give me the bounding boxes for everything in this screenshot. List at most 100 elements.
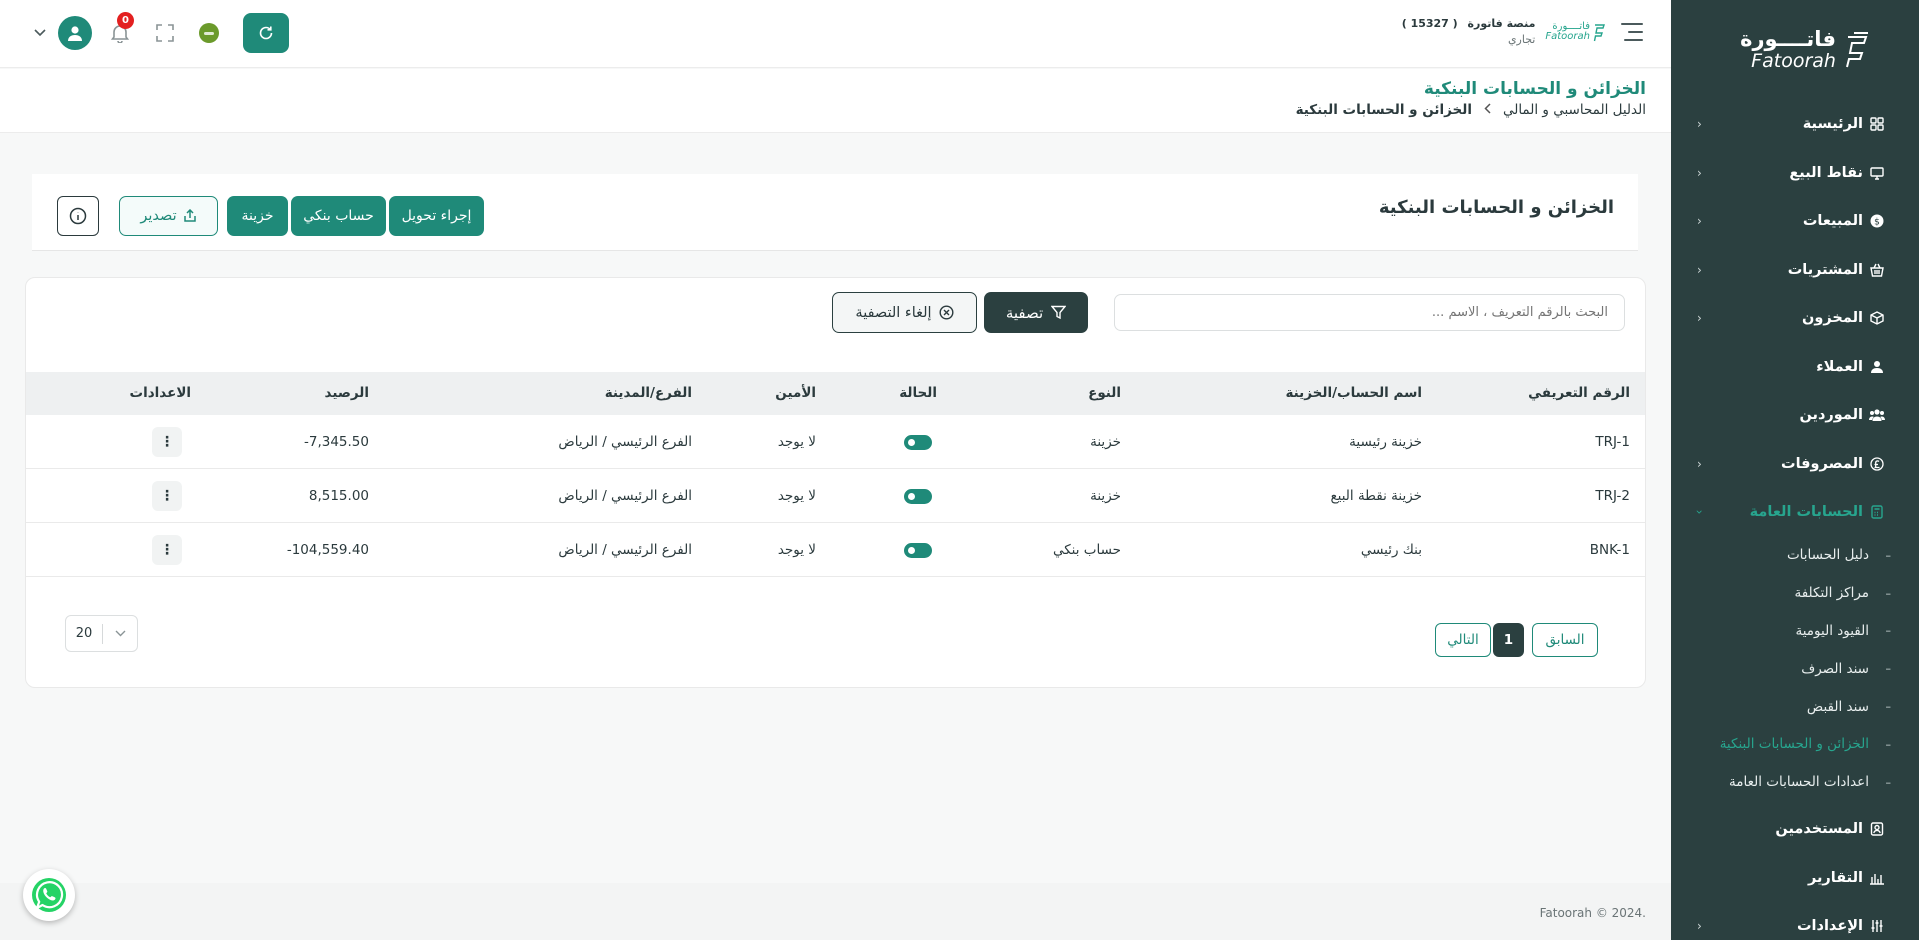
breadcrumb-link[interactable]: الدليل المحاسبي و المالي [1503, 102, 1646, 118]
chevron-left-icon: ‹ [1697, 919, 1702, 934]
sidebar-subitem-payment-voucher[interactable]: سند الصرف [1671, 650, 1919, 688]
sidebar-item-inventory[interactable]: المخزون ‹ [1671, 294, 1919, 343]
column-header-balance[interactable]: الرصيد [325, 372, 369, 415]
logo-mark-icon [1845, 32, 1868, 68]
logo-arabic-text: فاتــــورة [1740, 27, 1836, 51]
avatar[interactable] [58, 16, 92, 50]
notifications-bell-icon[interactable]: 0 [108, 12, 134, 45]
sidebar-item-reports[interactable]: التقارير [1671, 854, 1919, 903]
pagination-next-button[interactable]: التالي [1435, 623, 1491, 657]
sidebar-item-home[interactable]: الرئيسية ‹ [1671, 100, 1919, 149]
sidebar-item-settings[interactable]: الإعدادات ‹ [1671, 902, 1919, 940]
page-size-select[interactable]: 20 [65, 615, 138, 652]
monitor-icon [1869, 165, 1885, 181]
sidebar-subitem-accounts-settings[interactable]: اعدادات الحسابات العامة [1671, 763, 1919, 801]
add-bank-account-button[interactable]: حساب بنكي [291, 196, 386, 236]
footer: Fatoorah © 2024. [0, 883, 1671, 940]
company-info[interactable]: منصة فاتورة ( 15327 ) تجاري [1402, 16, 1536, 48]
add-treasury-button[interactable]: خزينة [227, 196, 288, 236]
sidebar-subitem-cost-centers[interactable]: مراكز التكلفة [1671, 574, 1919, 612]
sidebar-item-users[interactable]: المستخدمين [1671, 805, 1919, 854]
cell-custodian: لا يوجد [777, 542, 816, 558]
info-icon [69, 207, 87, 225]
table-row[interactable]: TRJ-1 خزينة رئيسية خزينة لا يوجد الفرع ا… [26, 415, 1645, 469]
row-actions-menu-icon[interactable]: ⋮ [152, 427, 182, 457]
column-header-custodian[interactable]: الأمين [775, 372, 816, 415]
fullscreen-icon[interactable] [153, 21, 177, 45]
chevron-down-icon [103, 630, 137, 637]
info-button[interactable] [57, 196, 99, 236]
sidebar-item-pos[interactable]: نقاط البيع ‹ [1671, 149, 1919, 198]
sidebar-item-label: المخزون [1802, 310, 1863, 327]
menu-toggle-icon[interactable] [1621, 22, 1643, 41]
table-row[interactable]: BNK-1 بنك رئيسي حساب بنكي لا يوجد الفرع … [26, 523, 1645, 577]
chevron-left-icon: ‹ [1697, 311, 1702, 326]
chevron-down-icon[interactable] [30, 23, 50, 43]
cell-balance: 8,515.00 [308, 488, 369, 504]
sidebar-item-suppliers[interactable]: الموردين [1671, 391, 1919, 440]
chevron-up-icon: ‹ [1692, 509, 1707, 515]
row-actions-menu-icon[interactable]: ⋮ [152, 535, 182, 565]
status-toggle[interactable] [904, 543, 932, 558]
pagination-current-page[interactable]: 1 [1493, 623, 1524, 657]
cell-id: BNK-1 [1589, 542, 1630, 558]
sliders-icon [1869, 918, 1885, 934]
sidebar-item-label: المشتريات [1787, 261, 1863, 278]
status-toggle[interactable] [904, 489, 932, 504]
sidebar-item-customers[interactable]: العملاء [1671, 343, 1919, 392]
sidebar-item-label: المستخدمين [1775, 821, 1863, 838]
row-actions-menu-icon[interactable]: ⋮ [152, 481, 182, 511]
sidebar-item-label: الحسابات العامة [1749, 504, 1863, 521]
column-header-branch[interactable]: الفرع/المدينة [605, 372, 692, 415]
status-toggle[interactable] [904, 435, 932, 450]
chevron-left-icon: ‹ [1697, 262, 1702, 277]
column-header-status[interactable]: الحالة [899, 372, 937, 415]
language-flag-icon[interactable] [199, 23, 219, 43]
search-input[interactable] [1114, 294, 1625, 331]
fatoorah-logo[interactable]: فاتــــورة Fatoorah [1671, 0, 1919, 100]
column-header-id[interactable]: الرقم التعريفي [1528, 372, 1630, 415]
close-circle-icon [939, 305, 954, 320]
export-button[interactable]: تصدير [119, 196, 218, 236]
breadcrumb: الدليل المحاسبي و المالي الخزائن و الحسا… [0, 102, 1646, 118]
clear-filter-button[interactable]: إلغاء التصفية [832, 292, 977, 333]
logo-english-text: Fatoorah [1751, 50, 1836, 72]
breadcrumb-current: الخزائن و الحسابات البنكية [1295, 102, 1472, 118]
page-header: الخزائن و الحسابات البنكية الدليل المحاس… [0, 69, 1671, 133]
transfer-button[interactable]: إجراء تحويل [389, 196, 484, 236]
sidebar-item-purchases[interactable]: المشتريات ‹ [1671, 246, 1919, 295]
card-header: الخزائن و الحسابات البنكية تصدير خزينة ح… [32, 174, 1638, 251]
cell-balance: -7,345.50 [304, 434, 369, 450]
pagination-prev-button[interactable]: السابق [1532, 623, 1598, 657]
sidebar-subitem-chart-of-accounts[interactable]: دليل الحسابات [1671, 537, 1919, 575]
grid-icon [1869, 116, 1885, 132]
sidebar-subitem-treasuries[interactable]: الخزائن و الحسابات البنكية [1671, 725, 1919, 763]
sidebar-item-expenses[interactable]: المصروفات ‹ [1671, 440, 1919, 489]
calculator-icon [1869, 504, 1885, 520]
cell-name: خزينة نقطة البيع [1330, 488, 1422, 504]
sidebar-item-label: التقارير [1807, 869, 1863, 886]
cell-balance: -104,559.40 [286, 542, 369, 558]
page-title: الخزائن و الحسابات البنكية [1423, 79, 1646, 99]
clear-filter-label: إلغاء التصفية [855, 304, 932, 321]
sidebar-item-sales[interactable]: $ المبيعات ‹ [1671, 197, 1919, 246]
filter-icon [1051, 305, 1067, 320]
copyright-text: Fatoorah © 2024. [1539, 906, 1646, 920]
column-header-type[interactable]: النوع [1088, 372, 1121, 415]
sidebar-subitem-receipt-voucher[interactable]: سند القبض [1671, 688, 1919, 726]
export-label: تصدير [140, 208, 177, 224]
filter-button[interactable]: تصفية [984, 292, 1088, 333]
filter-label: تصفية [1005, 303, 1044, 322]
company-type: تجاري [1507, 32, 1536, 46]
sidebar-item-general-accounts[interactable]: الحسابات العامة ‹ [1671, 488, 1919, 537]
cell-branch: الفرع الرئيسي / الرياض [558, 434, 692, 450]
sidebar-subitem-journal-entries[interactable]: القيود اليومية [1671, 612, 1919, 650]
whatsapp-chat-icon[interactable] [23, 869, 75, 921]
cell-type: خزينة [1090, 488, 1121, 504]
sidebar-item-label: الإعدادات [1796, 918, 1863, 935]
table-card: تصفية إلغاء التصفية الرقم التعريفي اسم ا… [25, 277, 1646, 688]
table-row[interactable]: TRJ-2 خزينة نقطة البيع خزينة لا يوجد الف… [26, 469, 1645, 523]
user-badge-icon [1869, 821, 1885, 837]
column-header-name[interactable]: اسم الحساب/الخزينة [1285, 372, 1422, 415]
refresh-button[interactable] [243, 13, 289, 53]
